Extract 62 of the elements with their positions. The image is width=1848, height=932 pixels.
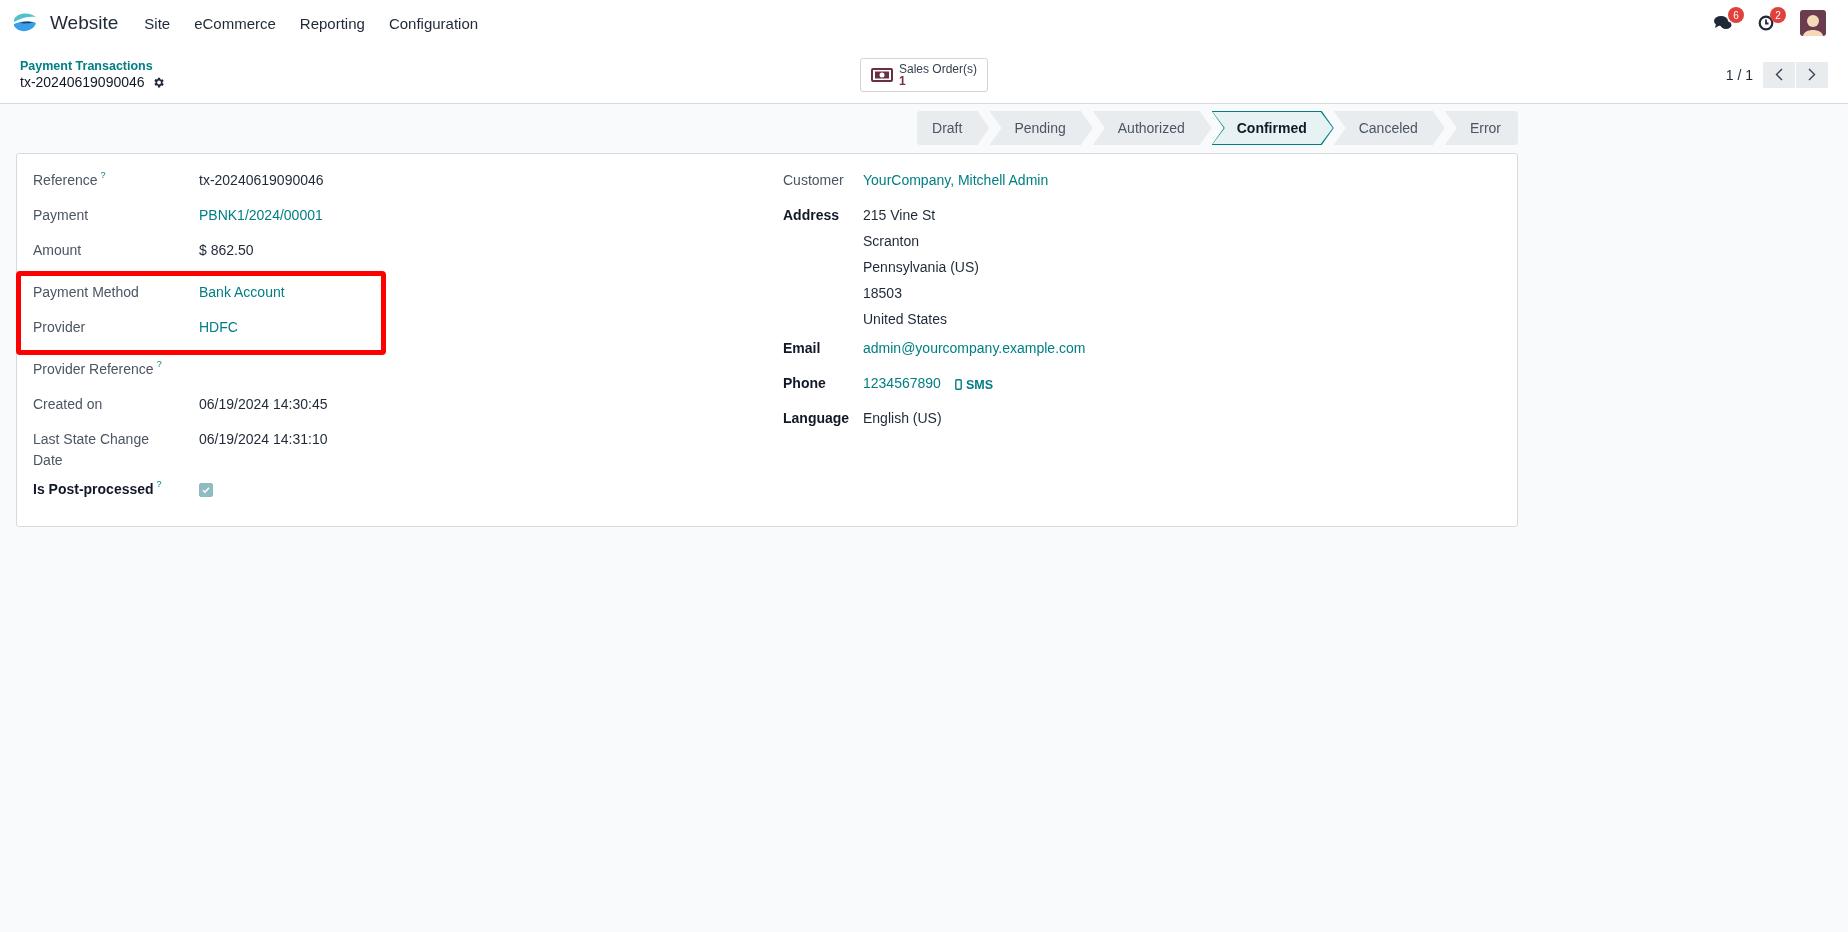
field-label: Last State Change Date [33, 430, 150, 470]
field-label: Phone [783, 374, 826, 393]
menu-item[interactable]: eCommerce [184, 8, 286, 38]
field-value: 06/19/2024 14:30:45 [199, 395, 329, 414]
field-value: tx-20240619090046 [199, 171, 325, 190]
field-link[interactable]: HDFC [199, 319, 238, 335]
checkbox[interactable] [199, 483, 213, 497]
field-value: $ 862.50 [199, 241, 255, 260]
user-avatar[interactable] [1800, 10, 1826, 36]
address-line: 18503 [863, 284, 903, 303]
phone-link[interactable]: 1234567890 [863, 373, 941, 394]
status-step[interactable]: Authorized [1092, 111, 1212, 145]
chat-icon[interactable] [1714, 15, 1732, 31]
address-line: Scranton [863, 232, 921, 251]
notification-badge: 2 [1770, 7, 1786, 23]
field-link[interactable]: admin@yourcompany.example.com [863, 340, 1086, 356]
chevron-left-icon [1775, 68, 1783, 81]
field-value: 06/19/2024 14:31:10 [199, 430, 329, 449]
field-label: Is Post-processed [33, 480, 154, 499]
address-line: 215 Vine St [863, 206, 937, 225]
app-name[interactable]: Website [50, 12, 119, 34]
check-icon [201, 485, 211, 495]
field-link[interactable]: Bank Account [199, 284, 285, 300]
field-label: Created on [33, 395, 103, 414]
status-step[interactable]: Error [1444, 111, 1518, 145]
field-label: Email [783, 339, 821, 358]
phone-icon [954, 379, 962, 390]
menu-item[interactable]: Configuration [378, 8, 489, 38]
address-line: Pennsylvania (US) [863, 258, 980, 277]
help-mark[interactable]: ? [156, 359, 162, 369]
next-button[interactable] [1796, 61, 1828, 88]
status-step[interactable]: Pending [989, 111, 1093, 145]
menu-item[interactable]: Reporting [289, 8, 375, 38]
clock-icon[interactable] [1758, 15, 1774, 31]
record-name: tx-20240619090046 [20, 74, 145, 90]
field-value: English (US) [863, 409, 943, 428]
breadcrumb-link[interactable]: Payment Transactions [20, 59, 860, 73]
help-mark[interactable]: ? [156, 479, 162, 489]
field-label: Reference [33, 171, 98, 190]
field-label: Payment Method [33, 283, 139, 302]
chevron-right-icon [1808, 68, 1816, 81]
banknote-icon [871, 67, 893, 82]
field-label: Provider Reference [33, 360, 154, 379]
field-label: Payment [33, 206, 89, 225]
field-label: Customer [783, 171, 844, 190]
field-link[interactable]: PBNK1/2024/00001 [199, 207, 323, 223]
field-label: Amount [33, 241, 82, 260]
field-link[interactable]: YourCompany, Mitchell Admin [863, 172, 1049, 188]
status-step[interactable]: Draft [917, 111, 990, 145]
sales-orders-button[interactable]: Sales Order(s) 1 [860, 57, 988, 92]
field-label: Provider [33, 318, 86, 337]
status-step[interactable]: Confirmed [1211, 111, 1334, 145]
field-label: Address [783, 206, 840, 225]
sms-link[interactable]: SMS [954, 377, 993, 392]
status-step[interactable]: Canceled [1333, 111, 1445, 145]
address-line: United States [863, 310, 949, 329]
help-mark[interactable]: ? [100, 170, 106, 180]
menu-item[interactable]: Site [134, 8, 181, 38]
notification-badge: 6 [1728, 7, 1744, 23]
previous-button[interactable] [1763, 61, 1795, 88]
pager-value: 1 / 1 [1725, 66, 1753, 83]
field-label: Language [783, 409, 850, 428]
